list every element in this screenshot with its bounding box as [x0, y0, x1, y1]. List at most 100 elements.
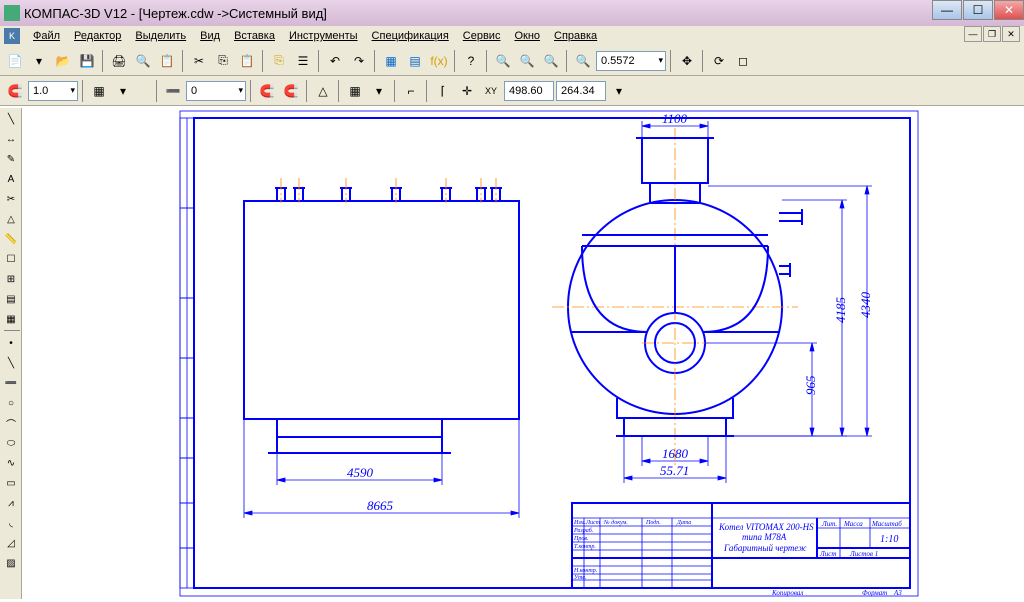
mdi-minimize-button[interactable]: — [964, 26, 982, 42]
app-icon [4, 5, 20, 21]
zoom-combo[interactable]: 0.5572 [596, 51, 666, 71]
chamfer-button[interactable]: ◿ [2, 534, 20, 552]
preview-button[interactable]: 🔍 [132, 50, 154, 72]
text-button[interactable]: A [2, 170, 20, 188]
menu-help[interactable]: Справка [547, 28, 604, 44]
print-button[interactable]: 🖨 [108, 50, 130, 72]
dimension-button[interactable]: ↔ [2, 130, 20, 148]
reports-button[interactable]: ▦ [2, 310, 20, 328]
circle-button[interactable]: ○ [2, 394, 20, 412]
help-cursor-button[interactable]: ? [460, 50, 482, 72]
menu-view[interactable]: Вид [193, 28, 227, 44]
svg-text:Лист: Лист [585, 520, 601, 526]
select-tools-button[interactable]: ☐ [2, 250, 20, 268]
dim-4590: 4590 [347, 465, 374, 480]
coord-y[interactable]: 264.34 [556, 81, 606, 101]
pan-button[interactable]: ✥ [676, 50, 698, 72]
paste-button[interactable]: 📋 [236, 50, 258, 72]
coord-dropdown[interactable]: ▾ [608, 80, 630, 102]
mdi-restore-button[interactable]: ❐ [983, 26, 1001, 42]
redo-button[interactable]: ↷ [348, 50, 370, 72]
zoom-prev-button[interactable]: 🔍 [540, 50, 562, 72]
menu-service[interactable]: Сервис [456, 28, 508, 44]
current-state-toolbar: 🧲 1.0 ▦ ▾ ➖ 0 🧲 🧲 △ ▦ ▾ ⌐ ⌈ ✛ XY 498.60 … [0, 76, 1024, 106]
zoom-out-button[interactable]: 🔍 [492, 50, 514, 72]
ellipse-button[interactable]: ⬭ [2, 434, 20, 452]
manager-button[interactable]: ▦ [380, 50, 402, 72]
svg-text:Масштаб: Масштаб [871, 520, 902, 528]
refresh-button[interactable]: ◻ [732, 50, 754, 72]
line-aux-button[interactable]: ╲ [2, 354, 20, 372]
zoom-window-button[interactable]: 🔍 [516, 50, 538, 72]
layers-button[interactable]: ▦ [88, 80, 110, 102]
undo-button[interactable]: ↶ [324, 50, 346, 72]
spec-button[interactable]: ▤ [2, 290, 20, 308]
close-button[interactable]: ✕ [994, 0, 1024, 20]
snap-button[interactable]: 🧲 [256, 80, 278, 102]
new-dropdown-button[interactable]: ▾ [28, 50, 50, 72]
hatch-button[interactable]: ▨ [2, 554, 20, 572]
grid-button[interactable]: ▦ [344, 80, 366, 102]
svg-text:Листов 1: Листов 1 [849, 550, 878, 558]
menu-file[interactable]: Файл [26, 28, 67, 44]
mdi-controls: — ❐ ✕ [963, 26, 1020, 42]
notation-button[interactable]: ✎ [2, 150, 20, 168]
spline-button[interactable]: ∿ [2, 454, 20, 472]
fillet-button[interactable]: ◟ [2, 514, 20, 532]
drawing-area[interactable]: 4590 8665 [22, 108, 1024, 599]
maximize-button[interactable]: ☐ [963, 0, 993, 20]
dim-965: 965 [803, 375, 818, 395]
title-block: Изм. Лист № докум. Подп. Дата Разраб. Пр… [572, 503, 910, 597]
window-title: КОМПАС-3D V12 - [Чертеж.cdw ->Системный … [24, 6, 327, 21]
tb-line3: Габаритный чертеж [723, 543, 807, 553]
attach-button[interactable]: 🧲 [4, 80, 26, 102]
layers-dropdown[interactable]: ▾ [112, 80, 134, 102]
minimize-button[interactable]: — [932, 0, 962, 20]
svg-text:Пров.: Пров. [573, 536, 588, 542]
ortho-button[interactable]: ⌐ [400, 80, 422, 102]
snap-off-button[interactable]: 🧲 [280, 80, 302, 102]
arc-button[interactable]: ⌒ [2, 414, 20, 432]
menu-editor[interactable]: Редактор [67, 28, 128, 44]
menu-window[interactable]: Окно [507, 28, 547, 44]
point-button[interactable]: • [2, 334, 20, 352]
redraw-button[interactable]: ⟳ [708, 50, 730, 72]
param-button[interactable]: △ [312, 80, 334, 102]
menu-insert[interactable]: Вставка [227, 28, 282, 44]
svg-text:Лист: Лист [819, 550, 836, 558]
local-cs-button[interactable]: ✛ [456, 80, 478, 102]
segment-button[interactable]: ➖ [2, 374, 20, 392]
style-combo[interactable]: 0 [186, 81, 246, 101]
drawing-canvas[interactable]: 4590 8665 [22, 108, 1024, 599]
copy-button[interactable]: ⎘ [212, 50, 234, 72]
zoom-in-button[interactable]: 🔍 [572, 50, 594, 72]
cut-button[interactable]: ✂ [188, 50, 210, 72]
coord-x[interactable]: 498.60 [504, 81, 554, 101]
print-preview-button[interactable]: 📋 [156, 50, 178, 72]
new-doc-button[interactable]: 📄 [4, 50, 26, 72]
edit-button[interactable]: ✂ [2, 190, 20, 208]
svg-text:Т.контр.: Т.контр. [574, 544, 596, 550]
main-menu: K Файл Редактор Выделить Вид Вставка Инс… [0, 26, 1024, 46]
round-button[interactable]: ⌈ [432, 80, 454, 102]
properties-button[interactable]: ☰ [292, 50, 314, 72]
rect-button[interactable]: ▭ [2, 474, 20, 492]
menu-select[interactable]: Выделить [128, 28, 193, 44]
params-button[interactable]: △ [2, 210, 20, 228]
variables-button[interactable]: ▤ [404, 50, 426, 72]
grid-dropdown[interactable]: ▾ [368, 80, 390, 102]
function-button[interactable]: f(x) [428, 50, 450, 72]
mdi-close-button[interactable]: ✕ [1002, 26, 1020, 42]
step-combo[interactable]: 1.0 [28, 81, 78, 101]
geometry-button[interactable]: ╲ [2, 110, 20, 128]
views-button[interactable]: ⊞ [2, 270, 20, 288]
copy-props-button[interactable]: ⎘ [268, 50, 290, 72]
polyline-button[interactable]: ⩘ [2, 494, 20, 512]
menu-tools[interactable]: Инструменты [282, 28, 365, 44]
measure-button[interactable]: 📏 [2, 230, 20, 248]
open-button[interactable]: 📂 [52, 50, 74, 72]
save-button[interactable]: 💾 [76, 50, 98, 72]
standard-toolbar: 📄 ▾ 📂 💾 🖨 🔍 📋 ✂ ⎘ 📋 ⎘ ☰ ↶ ↷ ▦ ▤ f(x) ? 🔍… [0, 46, 1024, 76]
menu-spec[interactable]: Спецификация [365, 28, 456, 44]
svg-text:№ докум.: № докум. [603, 519, 628, 526]
